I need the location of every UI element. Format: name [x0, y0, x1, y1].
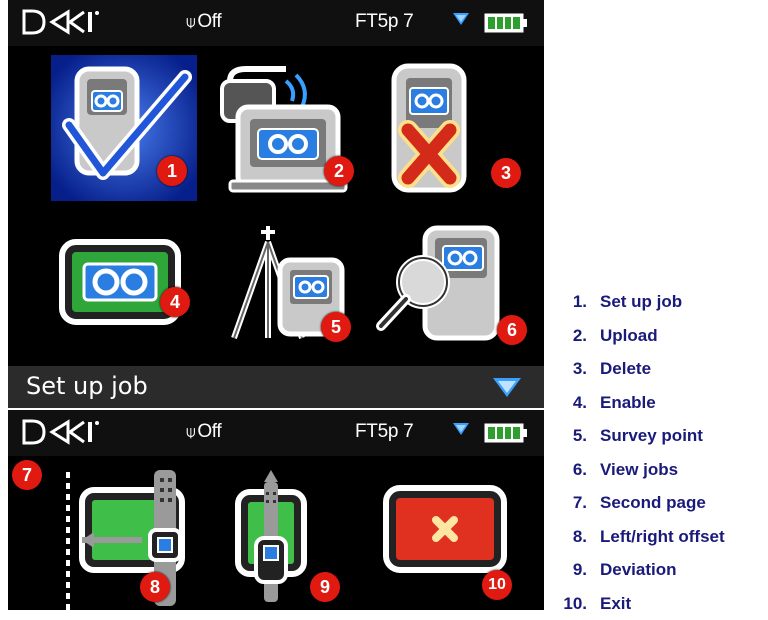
device-screen-second-page: ⍦Off FT5p 7 7 — [8, 410, 544, 610]
bottom-bar: Set up job — [8, 366, 544, 408]
legend-item: 7.Second page — [554, 486, 768, 520]
setup-job-tile[interactable]: 1 — [51, 55, 197, 201]
badge-10: 10 — [482, 570, 512, 600]
device-screen-main-menu: ⍦Off FT5p 7 — [8, 0, 544, 408]
view-jobs-tile[interactable]: 6 — [373, 222, 533, 354]
status-bar: ⍦Off FT5p 7 — [8, 0, 544, 46]
legend-label: Upload — [600, 326, 658, 345]
exit-tile[interactable]: 10 — [382, 484, 526, 604]
legend: 1.Set up job 2.Upload 3.Delete 4.Enable … — [554, 285, 768, 620]
signal-status: ⍦Off — [186, 11, 221, 33]
enable-tile[interactable]: 4 — [58, 238, 204, 346]
deviation-tile[interactable]: 9 — [230, 468, 340, 610]
legend-label: Left/right offset — [600, 527, 725, 546]
legend-number: 3. — [554, 352, 600, 386]
signal-label: Off — [197, 421, 221, 442]
frequency-indicator-icon — [452, 422, 470, 436]
legend-label: View jobs — [600, 460, 678, 479]
legend-number: 7. — [554, 486, 600, 520]
legend-label: Delete — [600, 359, 651, 378]
legend-item: 1.Set up job — [554, 285, 768, 319]
legend-label: Deviation — [600, 560, 677, 579]
legend-label: Set up job — [600, 292, 682, 311]
legend-number: 8. — [554, 520, 600, 554]
left-right-offset-icon — [62, 468, 192, 610]
badge-2: 2 — [324, 156, 354, 186]
dci-logo — [22, 8, 102, 36]
antenna-icon: ⍦ — [186, 424, 195, 441]
legend-label: Exit — [600, 594, 631, 613]
selected-item-title: Set up job — [26, 372, 148, 400]
badge-8: 8 — [140, 572, 170, 602]
frequency-indicator-icon — [452, 12, 470, 26]
legend-item: 2.Upload — [554, 319, 768, 353]
badge-3: 3 — [491, 158, 521, 188]
legend-item: 5.Survey point — [554, 419, 768, 453]
legend-item: 9.Deviation — [554, 553, 768, 587]
legend-number: 6. — [554, 453, 600, 487]
legend-number: 4. — [554, 386, 600, 420]
legend-item: 10.Exit — [554, 587, 768, 620]
left-right-offset-tile[interactable]: 8 — [62, 468, 192, 610]
legend-number: 2. — [554, 319, 600, 353]
legend-item: 6.View jobs — [554, 453, 768, 487]
legend-label: Enable — [600, 393, 656, 412]
delete-tile[interactable]: 3 — [386, 58, 526, 204]
legend-label: Second page — [600, 493, 706, 512]
badge-6: 6 — [497, 315, 527, 345]
battery-icon — [484, 423, 528, 443]
legend-item: 8.Left/right offset — [554, 520, 768, 554]
legend-number: 10. — [554, 587, 600, 620]
status-bar-2: ⍦Off FT5p 7 — [8, 410, 544, 456]
legend-item: 3.Delete — [554, 352, 768, 386]
frequency-label: FT5p 7 — [355, 421, 413, 443]
legend-number: 5. — [554, 419, 600, 453]
legend-item: 4.Enable — [554, 386, 768, 420]
badge-4: 4 — [160, 287, 190, 317]
upload-tile[interactable]: 2 — [216, 63, 362, 203]
signal-status: ⍦Off — [186, 421, 221, 443]
frequency-label: FT5p 7 — [355, 11, 413, 33]
legend-label: Survey point — [600, 426, 703, 445]
chevron-down-icon[interactable] — [492, 376, 522, 398]
legend-number: 1. — [554, 285, 600, 319]
antenna-icon: ⍦ — [186, 14, 195, 31]
survey-point-tile[interactable]: 5 — [210, 222, 360, 350]
legend-number: 9. — [554, 553, 600, 587]
dci-logo — [22, 418, 102, 446]
signal-label: Off — [197, 11, 221, 32]
battery-icon — [484, 13, 528, 33]
badge-5: 5 — [321, 312, 351, 342]
badge-7: 7 — [12, 460, 42, 490]
badge-1: 1 — [157, 156, 187, 186]
badge-9: 9 — [310, 572, 340, 602]
